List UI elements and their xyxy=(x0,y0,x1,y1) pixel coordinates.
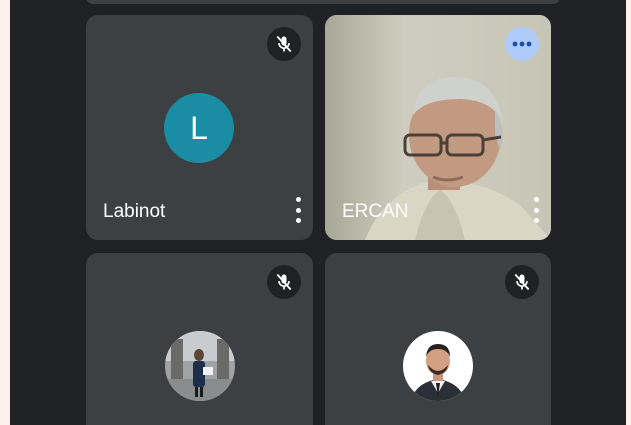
mic-off-indicator xyxy=(505,265,539,299)
mic-off-icon xyxy=(276,35,292,53)
more-horiz-icon xyxy=(512,41,532,47)
more-options-icon[interactable] xyxy=(529,197,543,223)
avatar: L xyxy=(164,93,234,163)
more-actions-button[interactable] xyxy=(505,27,539,61)
more-options-icon[interactable] xyxy=(291,197,305,223)
avatar-photo xyxy=(165,331,235,401)
participant-tile-ercan[interactable]: ERCAN xyxy=(325,15,551,240)
participant-name: Labinot xyxy=(103,201,166,222)
participant-name: ERCAN xyxy=(342,201,409,222)
participant-tile-labinot[interactable]: L Labinot xyxy=(86,15,313,240)
mic-off-indicator xyxy=(267,27,301,61)
participant-tile-3[interactable] xyxy=(86,253,313,425)
participant-tile-4[interactable] xyxy=(325,253,551,425)
mic-off-icon xyxy=(514,273,530,291)
avatar-photo xyxy=(403,331,473,401)
mic-off-icon xyxy=(276,273,292,291)
meeting-grid: L Labinot ERCAN xyxy=(10,0,626,425)
previous-tile-edge xyxy=(86,0,560,4)
mic-off-indicator xyxy=(267,265,301,299)
